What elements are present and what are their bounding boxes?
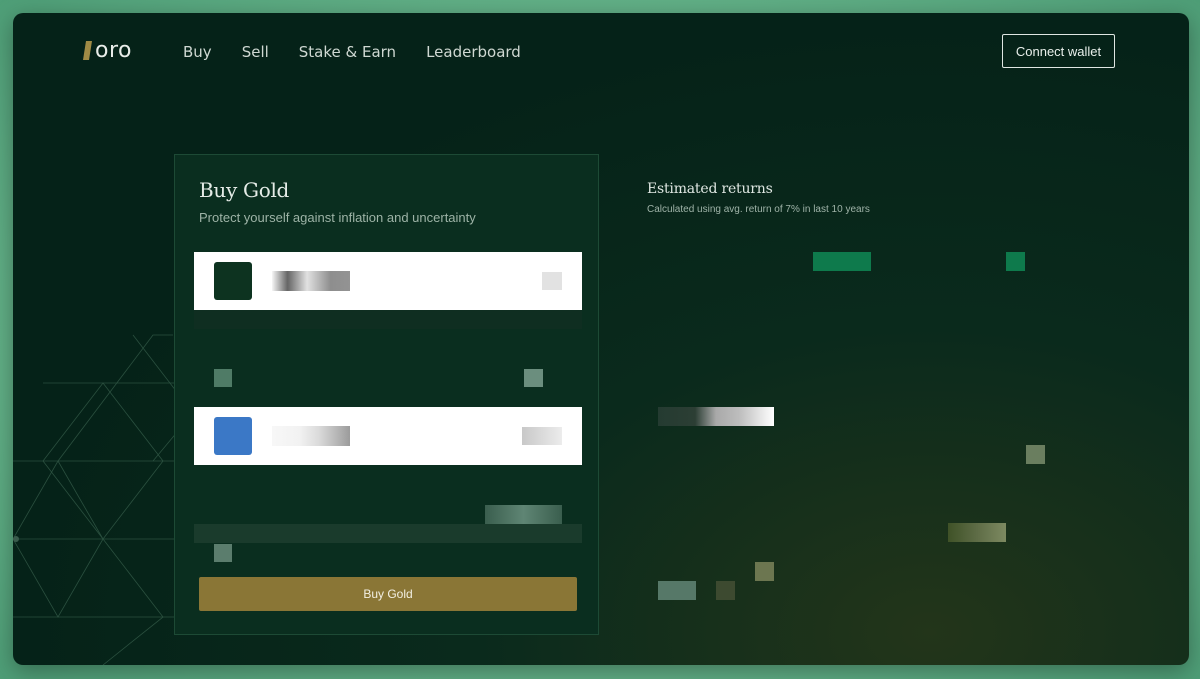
card-title: Buy Gold [199,178,290,202]
pay-balance-indicator [542,272,562,290]
receive-token-selector[interactable] [272,426,350,446]
receive-amount-input[interactable] [362,426,486,446]
period-tab-active[interactable] [813,252,871,271]
logo-mark-icon [83,41,92,60]
connect-wallet-button[interactable]: Connect wallet [1002,34,1115,68]
swap-settings-icon[interactable] [524,369,543,387]
buy-gold-button[interactable]: Buy Gold [199,577,577,611]
swap-direction-icon[interactable] [214,369,232,387]
pay-amount-input[interactable] [362,271,486,291]
nav-buy[interactable]: Buy [183,43,212,61]
returns-marker [1026,445,1045,464]
projection-bar [948,523,1006,542]
returns-chart [647,245,1147,615]
details-bar [194,524,582,543]
nav-stake-earn[interactable]: Stake & Earn [299,43,396,61]
pay-amount-field[interactable] [194,252,582,310]
brand-name: oro [95,38,132,63]
swap-row [194,369,582,389]
returns-footer-dot [716,581,735,600]
receive-amount-field[interactable] [194,407,582,465]
pay-field-footer [194,310,582,329]
receive-token-icon[interactable] [214,417,252,455]
pay-token-icon[interactable] [214,262,252,300]
returns-value [658,407,774,426]
receive-balance-indicator [522,427,562,445]
app-window: oro Buy Sell Stake & Earn Leaderboard Co… [13,13,1189,665]
projection-marker [755,562,774,581]
returns-subtitle: Calculated using avg. return of 7% in la… [647,204,870,215]
legend-marker [1006,252,1025,271]
returns-title: Estimated returns [647,181,773,197]
details-badge [485,505,562,524]
pay-token-selector[interactable] [272,271,350,291]
transaction-details [194,505,582,562]
returns-footer-chip [658,581,696,600]
nav-sell[interactable]: Sell [242,43,269,61]
main-nav: Buy Sell Stake & Earn Leaderboard [183,43,521,61]
nav-leaderboard[interactable]: Leaderboard [426,43,521,61]
buy-gold-card: Buy Gold Protect yourself against inflat… [174,154,599,635]
info-icon[interactable] [214,544,232,562]
brand-logo[interactable]: oro [83,38,132,63]
card-subtitle: Protect yourself against inflation and u… [199,210,476,225]
